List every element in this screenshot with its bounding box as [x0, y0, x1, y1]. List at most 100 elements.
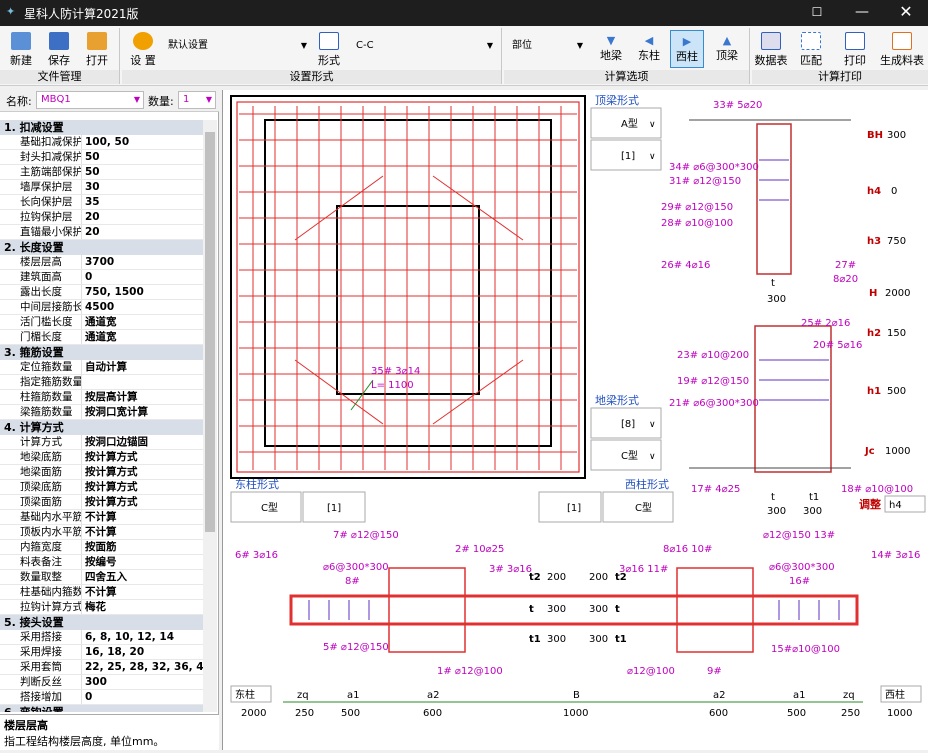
top-beam-button[interactable]: ▲ 顶梁 — [710, 30, 744, 68]
property-value[interactable]: 0 — [82, 690, 203, 704]
property-value[interactable]: 通道宽 — [82, 315, 203, 329]
scrollbar-thumb[interactable] — [205, 132, 215, 532]
property-row[interactable]: 地梁面筋 按计算方式 — [0, 465, 203, 480]
property-value[interactable]: 0 — [82, 270, 203, 284]
property-value[interactable]: 50 — [82, 150, 203, 164]
property-value[interactable]: 22, 25, 28, 32, 36, 4 — [82, 660, 203, 674]
property-row[interactable]: 采用套筒 22, 25, 28, 32, 36, 4 — [0, 660, 203, 675]
property-value[interactable]: 6, 8, 10, 12, 14 — [82, 630, 203, 644]
property-value[interactable]: 自动计算 — [82, 360, 203, 374]
section-header[interactable]: 2. 长度设置 — [0, 240, 203, 255]
open-button[interactable]: 打开 — [80, 30, 114, 68]
property-row[interactable]: 柱箍筋数量 按层高计算 — [0, 390, 203, 405]
section-header[interactable]: 4. 计算方式 — [0, 420, 203, 435]
property-value[interactable]: 35 — [82, 195, 203, 209]
section-header[interactable]: 3. 箍筋设置 — [0, 345, 203, 360]
close-button[interactable]: ✕ — [884, 0, 928, 26]
property-row[interactable]: 活门槛长度 通道宽 — [0, 315, 203, 330]
maximize-button[interactable]: ☐ — [795, 0, 839, 26]
property-row[interactable]: 建筑面高 0 — [0, 270, 203, 285]
preset-select[interactable]: 默认设置 ▼ — [164, 38, 310, 56]
property-value[interactable]: 按洞口边锚固 — [82, 435, 203, 449]
property-row[interactable]: 直锚最小保护层20 — [0, 225, 203, 240]
ground-beam-button[interactable]: ▼ 地梁 — [594, 30, 628, 68]
property-value[interactable]: 16, 18, 20 — [82, 645, 203, 659]
count-select[interactable]: 1 ▼ — [178, 91, 216, 109]
property-value[interactable]: 梅花 — [82, 600, 203, 614]
property-row[interactable]: 长向保护层 35 — [0, 195, 203, 210]
drawing-svg[interactable]: 35# 3⌀14 L= 1100 顶梁形式 A型 ∨ [1] ∨ 地梁形式 [8… — [223, 90, 928, 750]
property-value[interactable]: 30 — [82, 180, 203, 194]
property-row[interactable]: 顶梁面筋 按计算方式 — [0, 495, 203, 510]
west-col-button[interactable]: ▶ 西柱 — [670, 30, 704, 68]
data-table-button[interactable]: 数据表 — [754, 30, 788, 68]
property-row[interactable]: 搭接增加 0 — [0, 690, 203, 705]
property-row[interactable]: 采用搭接 6, 8, 10, 12, 14 — [0, 630, 203, 645]
property-value[interactable]: 四舍五入 — [82, 570, 203, 584]
property-value[interactable]: 300 — [82, 675, 203, 689]
property-row[interactable]: 封头扣减保护层50 — [0, 150, 203, 165]
minimize-button[interactable]: — — [840, 0, 884, 26]
property-row[interactable]: 判断反丝 300 — [0, 675, 203, 690]
settings-button[interactable]: 设 置 — [126, 30, 160, 68]
property-value[interactable]: 按层高计算 — [82, 390, 203, 404]
property-row[interactable]: 拉钩保护层 20 — [0, 210, 203, 225]
shape-select[interactable]: C-C ▼ — [352, 38, 496, 56]
name-select[interactable]: MBQ1 ▼ — [36, 91, 144, 109]
property-row[interactable]: 基础扣减保护层100, 50 — [0, 135, 203, 150]
property-row[interactable]: 数量取整 四舍五入 — [0, 570, 203, 585]
property-row[interactable]: 主筋端部保护层50 — [0, 165, 203, 180]
property-value[interactable] — [82, 375, 203, 389]
property-value[interactable]: 通道宽 — [82, 330, 203, 344]
property-row[interactable]: 料表备注 按编号 — [0, 555, 203, 570]
property-row[interactable]: 柱基础内箍数量不计算 — [0, 585, 203, 600]
property-value[interactable]: 20 — [82, 225, 203, 239]
property-row[interactable]: 露出长度 750, 1500 — [0, 285, 203, 300]
property-value[interactable]: 3700 — [82, 255, 203, 269]
vertical-scrollbar[interactable] — [203, 120, 217, 712]
shape-button[interactable]: 形式 — [312, 30, 346, 68]
drawing-canvas[interactable]: 35# 3⌀14 L= 1100 顶梁形式 A型 ∨ [1] ∨ 地梁形式 [8… — [222, 90, 928, 750]
property-value[interactable]: 按计算方式 — [82, 495, 203, 509]
property-value[interactable]: 按计算方式 — [82, 450, 203, 464]
property-row[interactable]: 指定箍筋数量 — [0, 375, 203, 390]
property-row[interactable]: 拉钩计算方式 梅花 — [0, 600, 203, 615]
property-row[interactable]: 内箍宽度 按面筋 — [0, 540, 203, 555]
match-button[interactable]: 匹配 — [794, 30, 828, 68]
property-value[interactable]: 20 — [82, 210, 203, 224]
property-value[interactable]: 50 — [82, 165, 203, 179]
section-header[interactable]: 1. 扣减设置 — [0, 120, 203, 135]
property-value[interactable]: 按计算方式 — [82, 480, 203, 494]
generate-button[interactable]: 生成料表 — [878, 30, 926, 68]
property-row[interactable]: 定位箍数量 自动计算 — [0, 360, 203, 375]
property-row[interactable]: 顶板内水平筋 不计算 — [0, 525, 203, 540]
property-value[interactable]: 750, 1500 — [82, 285, 203, 299]
dim-t-bottom-value: 300 — [767, 506, 786, 517]
new-button[interactable]: 新建 — [4, 30, 38, 68]
property-row[interactable]: 楼层层高 3700 — [0, 255, 203, 270]
save-button[interactable]: 保存 — [42, 30, 76, 68]
property-value[interactable]: 不计算 — [82, 525, 203, 539]
property-row[interactable]: 采用焊接 16, 18, 20 — [0, 645, 203, 660]
property-value[interactable]: 4500 — [82, 300, 203, 314]
section-header[interactable]: 5. 接头设置 — [0, 615, 203, 630]
property-value[interactable]: 按计算方式 — [82, 465, 203, 479]
section-header[interactable]: 6. 弯钩设置 — [0, 705, 203, 712]
property-value[interactable]: 100, 50 — [82, 135, 203, 149]
print-button[interactable]: 打印 — [838, 30, 872, 68]
property-value[interactable]: 不计算 — [82, 585, 203, 599]
property-row[interactable]: 门楣长度 通道宽 — [0, 330, 203, 345]
position-select[interactable]: 部位 ▼ — [508, 38, 586, 56]
property-value[interactable]: 按洞口宽计算 — [82, 405, 203, 419]
property-value[interactable]: 按编号 — [82, 555, 203, 569]
property-row[interactable]: 梁箍筋数量 按洞口宽计算 — [0, 405, 203, 420]
property-row[interactable]: 墙厚保护层 30 — [0, 180, 203, 195]
property-row[interactable]: 计算方式 按洞口边锚固 — [0, 435, 203, 450]
property-value[interactable]: 按面筋 — [82, 540, 203, 554]
east-col-button[interactable]: ◀ 东柱 — [632, 30, 666, 68]
property-row[interactable]: 顶梁底筋 按计算方式 — [0, 480, 203, 495]
property-value[interactable]: 不计算 — [82, 510, 203, 524]
property-row[interactable]: 中间层接筋长度4500 — [0, 300, 203, 315]
property-row[interactable]: 基础内水平筋 不计算 — [0, 510, 203, 525]
property-row[interactable]: 地梁底筋 按计算方式 — [0, 450, 203, 465]
